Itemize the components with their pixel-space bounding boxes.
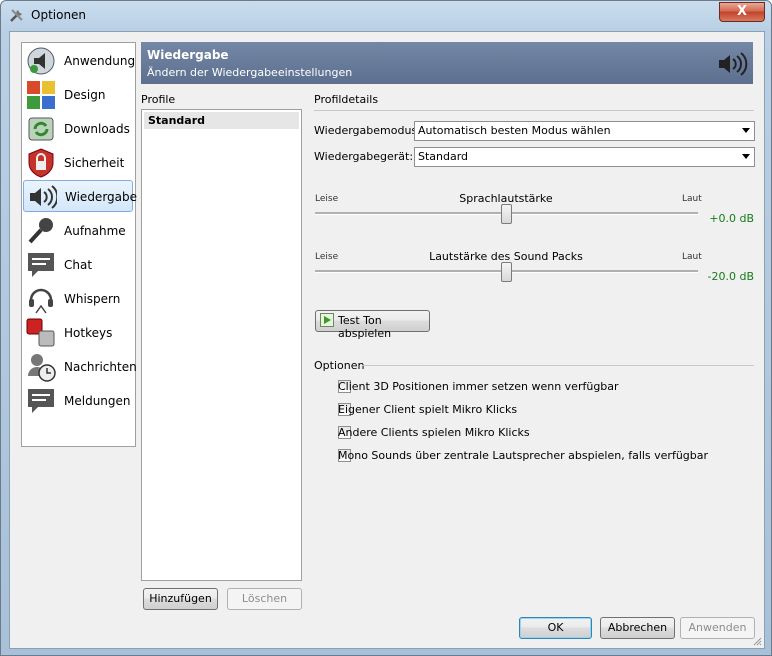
playback-mode-label: Wiedergabemodus: [314, 124, 421, 137]
playback-device-select[interactable]: Standard [414, 147, 755, 167]
sidebar-item-label: Aufnahme [64, 224, 126, 238]
divider [314, 110, 754, 111]
messages-icon [28, 354, 56, 382]
profile-details-label: Profildetails [314, 93, 379, 106]
sidebar-item-label: Anwendung [64, 54, 136, 68]
profiles-label: Profile [141, 93, 176, 106]
sidebar-item-label: Design [64, 88, 106, 102]
chevron-down-icon [742, 154, 750, 159]
chevron-down-icon [742, 128, 750, 133]
sidebar-item-label: Chat [64, 258, 93, 272]
soundpack-volume-min-label: Leise [315, 252, 339, 262]
dialog-body: Anwendung Design Downloads Sicherheit Wi… [9, 31, 765, 649]
playback-mode-select[interactable]: Automatisch besten Modus wählen [414, 121, 755, 141]
sidebar-item-wiedergabe[interactable]: Wiedergabe [23, 180, 137, 212]
soundpack-volume-max-label: Laut [682, 252, 702, 262]
speaker-waves-icon [719, 52, 748, 76]
sidebar-item-label: Whispern [64, 292, 121, 306]
sidebar-item-label: Nachrichten [64, 360, 137, 374]
profile-list: Standard [141, 109, 302, 581]
profile-item[interactable]: Standard [144, 112, 299, 129]
sidebar-item-meldungen[interactable]: Meldungen [23, 385, 133, 417]
add-profile-button[interactable]: Hinzufügen [143, 588, 218, 610]
sidebar-item-label: Meldungen [64, 394, 131, 408]
title-bar: Optionen X [1, 1, 771, 29]
options-window: Optionen X Anwendung Design Downloads Si… [0, 0, 772, 656]
options-label: Optionen [314, 359, 365, 372]
sidebar-item-label: Wiedergabe [65, 190, 138, 204]
sidebar-item-design[interactable]: Design [23, 79, 133, 111]
soundpack-volume-slider[interactable] [501, 262, 512, 282]
speaker-app-icon [27, 47, 55, 75]
section-subtitle: Ändern der Wiedergabeeinstellungen [147, 66, 353, 79]
hotkeys-icon [26, 318, 55, 347]
apply-button[interactable]: Anwenden [680, 617, 755, 639]
close-button[interactable]: X [719, 2, 765, 22]
sidebar-item-whispern[interactable]: Whispern [23, 283, 133, 315]
sidebar-item-downloads[interactable]: Downloads [23, 113, 133, 145]
sidebar-item-label: Hotkeys [64, 326, 113, 340]
sidebar-item-nachrichten[interactable]: Nachrichten [23, 351, 137, 383]
downloads-icon [28, 117, 54, 141]
resize-grip-icon[interactable] [752, 636, 762, 646]
play-icon [320, 313, 334, 327]
chat-icon [28, 253, 54, 277]
voice-volume-slider[interactable] [501, 204, 512, 224]
delete-profile-button[interactable]: Löschen [227, 588, 302, 610]
ok-button[interactable]: OK [519, 617, 592, 639]
window-title: Optionen [31, 8, 87, 22]
notifications-icon [28, 389, 54, 413]
microphone-icon [28, 218, 53, 244]
category-sidebar: Anwendung Design Downloads Sicherheit Wi… [21, 42, 137, 447]
sidebar-item-aufnahme[interactable]: Aufnahme [23, 215, 133, 247]
playback-device-label: Wiedergabegerät: [314, 150, 414, 163]
headset-icon [29, 288, 53, 314]
test-sound-button[interactable]: Test Ton abspielen [315, 310, 430, 340]
voice-volume-value: +0.0 dB [709, 212, 754, 225]
sidebar-item-hotkeys[interactable]: Hotkeys [23, 317, 133, 349]
section-header: Wiedergabe Ändern der Wiedergabeeinstell… [141, 42, 753, 84]
sidebar-item-label: Downloads [64, 122, 130, 136]
shield-lock-icon [28, 148, 54, 178]
speaker-waves-icon [30, 185, 57, 209]
cancel-button[interactable]: Abbrechen [600, 617, 675, 639]
sidebar-item-sicherheit[interactable]: Sicherheit [23, 147, 133, 179]
voice-volume-max-label: Laut [682, 194, 702, 204]
design-tiles-icon [27, 81, 55, 109]
sidebar-item-label: Sicherheit [64, 156, 125, 170]
sidebar-item-anwendung[interactable]: Anwendung [23, 45, 136, 77]
voice-volume-min-label: Leise [315, 194, 339, 204]
divider [362, 365, 754, 366]
section-title: Wiedergabe [147, 48, 229, 62]
sidebar-item-chat[interactable]: Chat [23, 249, 133, 281]
soundpack-volume-value: -20.0 dB [707, 270, 755, 283]
tools-icon [10, 9, 23, 22]
